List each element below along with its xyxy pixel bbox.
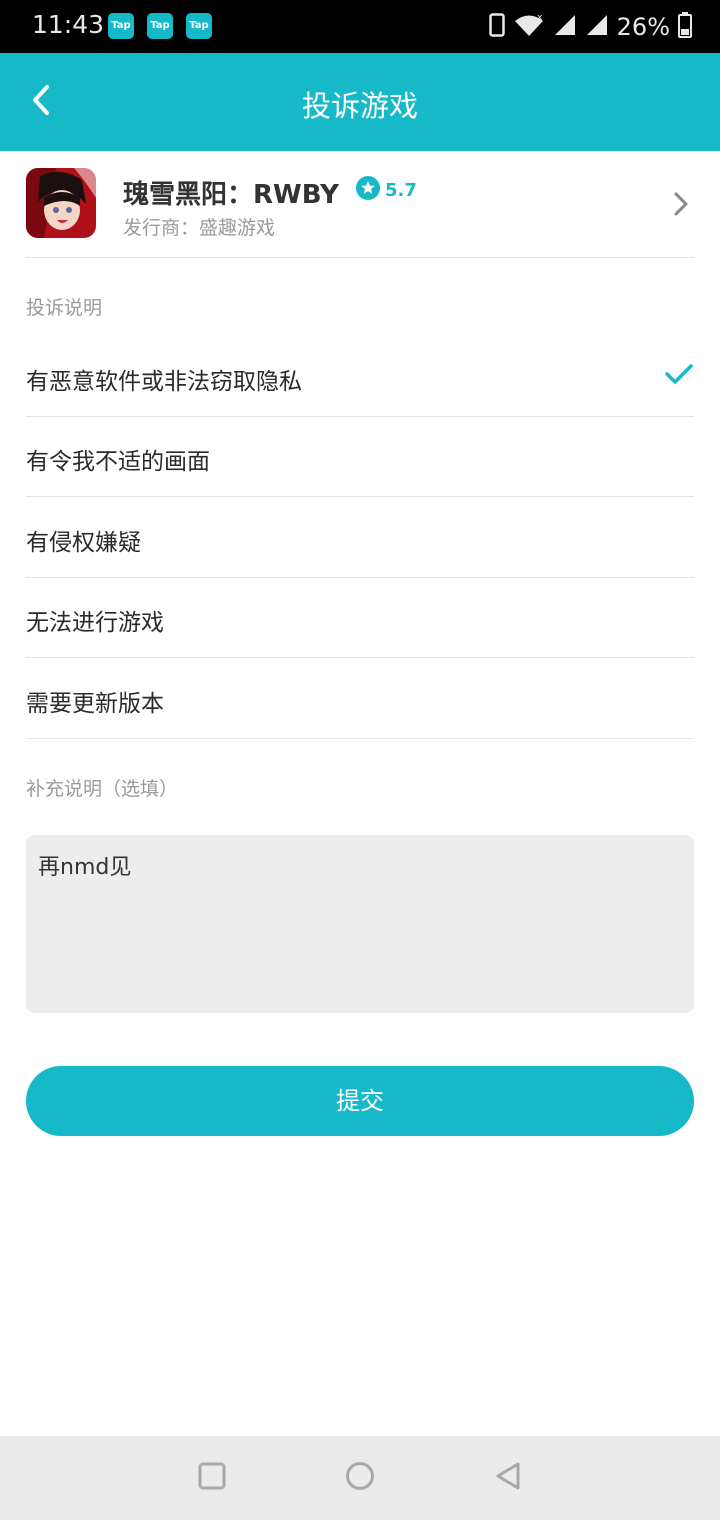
complaint-option[interactable]: 需要更新版本 xyxy=(26,658,694,739)
option-label: 需要更新版本 xyxy=(26,691,164,717)
check-icon xyxy=(664,362,694,386)
status-bar: 11:43 Tap Tap Tap x 26% xyxy=(0,0,720,53)
signal-icon xyxy=(585,13,609,41)
tap-notification-icon: Tap xyxy=(186,13,212,39)
home-button[interactable] xyxy=(340,1458,380,1498)
chevron-right-icon xyxy=(670,190,692,218)
home-icon xyxy=(345,1461,375,1495)
signal-icon xyxy=(553,13,577,41)
option-label: 有令我不适的画面 xyxy=(26,449,210,475)
tap-notification-icon: Tap xyxy=(108,13,134,39)
complaint-option[interactable]: 有令我不适的画面 xyxy=(26,416,694,497)
complaint-option[interactable]: 有侵权嫌疑 xyxy=(26,497,694,578)
supplement-section-label: 补充说明（选填） xyxy=(26,778,179,800)
complaint-option[interactable]: 有恶意软件或非法窃取隐私 xyxy=(26,336,694,417)
app-header: 投诉游戏 xyxy=(0,53,720,151)
wifi-icon: x xyxy=(513,12,545,42)
game-name: 瑰雪黑阳：RWBY xyxy=(123,180,339,210)
battery-percent: 26% xyxy=(616,13,670,41)
star-icon xyxy=(356,176,380,204)
status-icons: x 26% xyxy=(488,12,692,42)
recents-icon xyxy=(198,1462,226,1494)
back-icon xyxy=(494,1461,522,1495)
publisher: 发行商：盛趣游戏 xyxy=(123,217,276,239)
game-rating: 5.7 xyxy=(356,176,417,204)
battery-icon xyxy=(678,12,692,42)
option-label: 有恶意软件或非法窃取隐私 xyxy=(26,369,302,395)
status-time: 11:43 xyxy=(32,10,105,39)
game-card[interactable]: 瑰雪黑阳：RWBY 5.7 发行商：盛趣游戏 xyxy=(26,152,694,258)
rating-value: 5.7 xyxy=(385,179,417,201)
supplement-note-input[interactable]: 再nmd见 xyxy=(26,835,694,1013)
system-nav-bar xyxy=(0,1436,720,1520)
page-title: 投诉游戏 xyxy=(301,89,418,123)
option-label: 有侵权嫌疑 xyxy=(26,530,141,556)
tap-notification-icon: Tap xyxy=(147,13,173,39)
option-label: 无法进行游戏 xyxy=(26,610,164,636)
game-app-icon xyxy=(26,168,96,238)
phone-icon xyxy=(488,13,505,41)
complaint-section-label: 投诉说明 xyxy=(26,297,103,319)
recents-button[interactable] xyxy=(192,1458,232,1498)
svg-text:x: x xyxy=(537,13,543,23)
complaint-option[interactable]: 无法进行游戏 xyxy=(26,577,694,658)
nav-back-button[interactable] xyxy=(488,1458,528,1498)
submit-button[interactable]: 提交 xyxy=(26,1066,694,1136)
